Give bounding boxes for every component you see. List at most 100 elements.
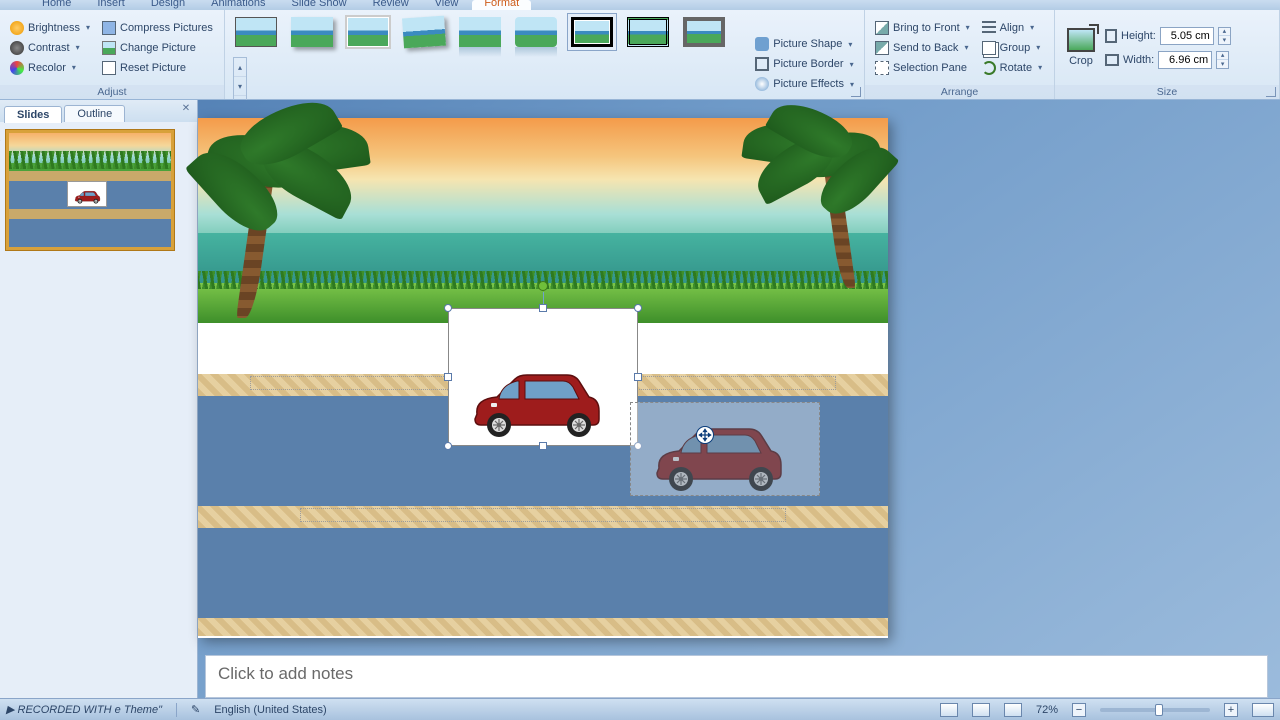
align-label: Align xyxy=(1000,22,1024,34)
pane-tab-outline[interactable]: Outline xyxy=(64,105,125,122)
recolor-label: Recolor xyxy=(28,62,66,74)
size-launcher[interactable] xyxy=(1266,87,1276,97)
group-obj-label: Group xyxy=(1000,42,1031,54)
view-slideshow-button[interactable] xyxy=(1004,703,1022,717)
handle-s[interactable] xyxy=(539,442,547,450)
slide-number: 1 xyxy=(0,133,1,144)
rotate-button[interactable]: Rotate xyxy=(978,59,1046,77)
fit-window-button[interactable] xyxy=(1252,703,1274,717)
width-input[interactable] xyxy=(1158,51,1212,69)
style-thumb-3[interactable] xyxy=(343,13,393,51)
style-thumb-6[interactable] xyxy=(511,13,561,51)
contrast-button[interactable]: Contrast xyxy=(6,39,94,57)
tab-design[interactable]: Design xyxy=(139,0,197,10)
slides-pane: Slides Outline ✕ 1 xyxy=(0,100,198,698)
picture-effects-button[interactable]: Picture Effects xyxy=(751,75,858,93)
tab-format[interactable]: Format xyxy=(472,0,531,10)
tab-review[interactable]: Review xyxy=(361,0,421,10)
picture-shape-button[interactable]: Picture Shape xyxy=(751,35,858,53)
slide-canvas[interactable] xyxy=(198,118,888,638)
height-label: Height: xyxy=(1121,30,1156,42)
view-normal-button[interactable] xyxy=(940,703,958,717)
handle-e[interactable] xyxy=(634,373,642,381)
zoom-out-button[interactable]: − xyxy=(1072,703,1086,717)
group-arrange-label: Arrange xyxy=(865,85,1054,99)
style-thumb-9[interactable] xyxy=(679,13,729,51)
tab-insert[interactable]: Insert xyxy=(85,0,137,10)
send-to-back-button[interactable]: Send to Back xyxy=(871,39,974,57)
handle-n[interactable] xyxy=(539,304,547,312)
compress-label: Compress Pictures xyxy=(120,22,213,34)
handle-sw[interactable] xyxy=(444,442,452,450)
group-size: Crop Height: ▴▾ Width: ▴▾ Size xyxy=(1055,10,1280,99)
handle-w[interactable] xyxy=(444,373,452,381)
picture-border-button[interactable]: Picture Border xyxy=(751,55,858,73)
rotate-handle[interactable] xyxy=(538,281,548,291)
palm-left xyxy=(178,118,348,318)
bring-to-front-button[interactable]: Bring to Front xyxy=(871,19,974,37)
style-thumb-7[interactable] xyxy=(567,13,617,51)
tab-home[interactable]: Home xyxy=(30,0,83,10)
rotate-label: Rotate xyxy=(1000,62,1032,74)
selpane-label: Selection Pane xyxy=(893,62,967,74)
view-sorter-button[interactable] xyxy=(972,703,990,717)
placeholder-guide-2 xyxy=(300,508,786,522)
status-language[interactable]: English (United States) xyxy=(214,704,327,716)
contrast-label: Contrast xyxy=(28,42,70,54)
status-recorded: ▶ RECORDED WITH e Theme" xyxy=(6,703,162,716)
notes-pane[interactable]: Click to add notes xyxy=(205,655,1268,698)
pane-close-button[interactable]: ✕ xyxy=(179,103,193,117)
drag-ghost-picture xyxy=(630,402,820,496)
picture-effects-label: Picture Effects xyxy=(773,78,844,90)
slide-thumb-1[interactable]: 1 xyxy=(6,130,174,250)
align-button[interactable]: Align xyxy=(978,19,1046,37)
style-thumb-4[interactable] xyxy=(399,13,449,51)
water-strip-2 xyxy=(198,528,888,618)
car-image xyxy=(467,369,602,439)
ribbon-tabs: Home Insert Design Animations Slide Show… xyxy=(0,0,1280,10)
zoom-in-button[interactable]: + xyxy=(1224,703,1238,717)
style-thumb-2[interactable] xyxy=(287,13,337,51)
group-arrange: Bring to Front Send to Back Selection Pa… xyxy=(865,10,1055,99)
selected-picture[interactable] xyxy=(448,308,638,446)
reset-picture-button[interactable]: Reset Picture xyxy=(98,59,217,77)
workspace: Slides Outline ✕ 1 xyxy=(0,100,1280,698)
ribbon: Brightness Contrast Recolor Compress Pic… xyxy=(0,10,1280,100)
group-size-label: Size xyxy=(1055,85,1279,99)
change-label: Change Picture xyxy=(120,42,196,54)
compress-pictures-button[interactable]: Compress Pictures xyxy=(98,19,217,37)
width-icon xyxy=(1105,54,1119,66)
height-input[interactable] xyxy=(1160,27,1214,45)
sand-strip-3 xyxy=(198,618,888,636)
selection-pane-button[interactable]: Selection Pane xyxy=(871,59,974,77)
crop-button[interactable]: Crop xyxy=(1061,24,1101,71)
recolor-button[interactable]: Recolor xyxy=(6,59,94,77)
status-bar: ▶ RECORDED WITH e Theme" ✎ English (Unit… xyxy=(0,698,1280,720)
width-spinner[interactable]: ▴▾ xyxy=(1216,51,1229,69)
crop-icon xyxy=(1067,28,1095,52)
back-label: Send to Back xyxy=(893,42,958,54)
styles-launcher[interactable] xyxy=(851,87,861,97)
handle-ne[interactable] xyxy=(634,304,642,312)
change-picture-button[interactable]: Change Picture xyxy=(98,39,217,57)
move-cursor-icon xyxy=(696,426,714,444)
tab-slideshow[interactable]: Slide Show xyxy=(280,0,359,10)
handle-nw[interactable] xyxy=(444,304,452,312)
style-thumb-1[interactable] xyxy=(231,13,281,51)
group-button[interactable]: Group xyxy=(978,39,1046,57)
slide-thumb-preview xyxy=(9,133,171,247)
front-label: Bring to Front xyxy=(893,22,960,34)
pane-tab-slides[interactable]: Slides xyxy=(4,106,62,123)
group-adjust-label: Adjust xyxy=(0,85,224,99)
height-icon xyxy=(1105,29,1117,43)
picture-shape-label: Picture Shape xyxy=(773,38,842,50)
brightness-button[interactable]: Brightness xyxy=(6,19,94,37)
zoom-level[interactable]: 72% xyxy=(1036,704,1058,716)
style-thumb-8[interactable] xyxy=(623,13,673,51)
tab-view[interactable]: View xyxy=(423,0,471,10)
crop-label: Crop xyxy=(1069,55,1093,67)
style-thumb-5[interactable] xyxy=(455,13,505,51)
tab-animations[interactable]: Animations xyxy=(199,0,277,10)
height-spinner[interactable]: ▴▾ xyxy=(1218,27,1231,45)
zoom-slider[interactable] xyxy=(1100,708,1210,712)
